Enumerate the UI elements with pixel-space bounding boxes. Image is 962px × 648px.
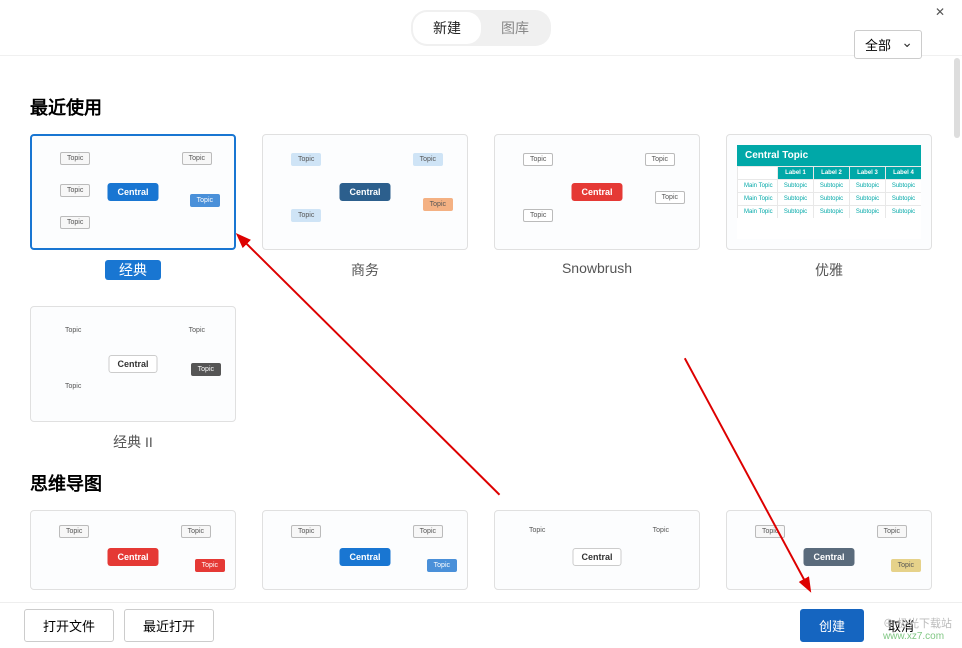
filter-select[interactable]: 全部 (854, 30, 922, 59)
topic-node: Topic (191, 363, 221, 376)
template-card-classic[interactable]: Topic Topic Topic Topic Topic Central 经典 (30, 134, 236, 280)
section-title-mindmap: 思维导图 (30, 470, 932, 496)
template-thumb: Central Topic Label 1 Label 2 Label 3 La… (726, 134, 932, 250)
topic-node: Topic (427, 559, 457, 572)
template-label: Snowbrush (494, 260, 700, 276)
topic-node: Topic (60, 216, 90, 229)
template-label: 商务 (262, 260, 468, 280)
template-thumb: Topic Topic Topic Topic Central (262, 134, 468, 250)
topic-node: Topic (647, 525, 675, 536)
template-thumb: Topic Topic Topic Topic Central (494, 134, 700, 250)
content-area: 最近使用 Topic Topic Topic Topic Topic Centr… (0, 56, 962, 602)
topic-node: Topic (182, 152, 212, 165)
top-bar: 新建 图库 全部 (0, 0, 962, 56)
filter-selected-value: 全部 (865, 38, 891, 53)
template-card-business[interactable]: Topic Topic Topic Topic Central 商务 (262, 134, 468, 280)
template-thumb: Topic Topic Topic Topic Central (30, 306, 236, 422)
topic-node: Topic (183, 325, 211, 336)
topic-node: Topic (413, 153, 443, 166)
template-label: 经典 (30, 260, 236, 280)
topic-node: Topic (523, 209, 553, 222)
watermark: ⊕ 极光下载站 www.xz7.com (883, 615, 952, 642)
template-thumb: Topic Topic Central (494, 510, 700, 590)
central-node: Central (107, 183, 158, 201)
section-title-recent: 最近使用 (30, 94, 932, 120)
elegant-title: Central Topic (737, 145, 921, 166)
topic-node: Topic (877, 525, 907, 538)
central-node: Central (339, 183, 390, 201)
central-node: Central (803, 548, 854, 566)
topic-node: Topic (59, 325, 87, 336)
topic-node: Topic (523, 153, 553, 166)
central-node: Central (107, 548, 158, 566)
bottom-bar: 打开文件 最近打开 创建 取消 (0, 602, 962, 648)
topic-node: Topic (59, 381, 87, 392)
main-tabs: 新建 图库 (411, 10, 551, 46)
topic-node: Topic (291, 153, 321, 166)
topic-node: Topic (60, 152, 90, 165)
recent-grid: Topic Topic Topic Topic Topic Central 经典… (30, 134, 932, 452)
topic-node: Topic (190, 194, 220, 207)
central-node: Central (571, 183, 622, 201)
central-node: Central (108, 355, 157, 373)
template-thumb: Topic Topic Topic Topic Topic Central (30, 134, 236, 250)
open-file-button[interactable]: 打开文件 (24, 609, 114, 642)
topic-node: Topic (291, 525, 321, 538)
topic-node: Topic (423, 198, 453, 211)
topic-node: Topic (891, 559, 921, 572)
template-card-elegant[interactable]: Central Topic Label 1 Label 2 Label 3 La… (726, 134, 932, 280)
topic-node: Topic (645, 153, 675, 166)
template-card-mm2[interactable]: Topic Topic Topic Central (262, 510, 468, 590)
topic-node: Topic (291, 209, 321, 222)
topic-node: Topic (60, 184, 90, 197)
mindmap-grid: Topic Topic Topic Central Topic Topic To… (30, 510, 932, 590)
topic-node: Topic (655, 191, 685, 204)
topic-node: Topic (413, 525, 443, 538)
topic-node: Topic (755, 525, 785, 538)
topic-node: Topic (195, 559, 225, 572)
topic-node: Topic (59, 525, 89, 538)
central-node: Central (339, 548, 390, 566)
tab-library[interactable]: 图库 (481, 12, 549, 44)
topic-node: Topic (181, 525, 211, 538)
topic-node: Topic (523, 525, 551, 536)
template-thumb: Topic Topic Topic Central (30, 510, 236, 590)
tab-new[interactable]: 新建 (413, 12, 481, 44)
template-label: 经典 II (30, 432, 236, 452)
template-thumb: Topic Topic Topic Central (726, 510, 932, 590)
template-card-mm1[interactable]: Topic Topic Topic Central (30, 510, 236, 590)
template-card-snowbrush[interactable]: Topic Topic Topic Topic Central Snowbrus… (494, 134, 700, 280)
template-card-mm3[interactable]: Topic Topic Central (494, 510, 700, 590)
recent-open-button[interactable]: 最近打开 (124, 609, 214, 642)
template-card-mm4[interactable]: Topic Topic Topic Central (726, 510, 932, 590)
close-icon[interactable]: ✕ (918, 0, 962, 24)
create-button[interactable]: 创建 (800, 609, 864, 642)
template-card-classic2[interactable]: Topic Topic Topic Topic Central 经典 II (30, 306, 236, 452)
template-label: 优雅 (726, 260, 932, 280)
central-node: Central (572, 548, 621, 566)
template-thumb: Topic Topic Topic Central (262, 510, 468, 590)
